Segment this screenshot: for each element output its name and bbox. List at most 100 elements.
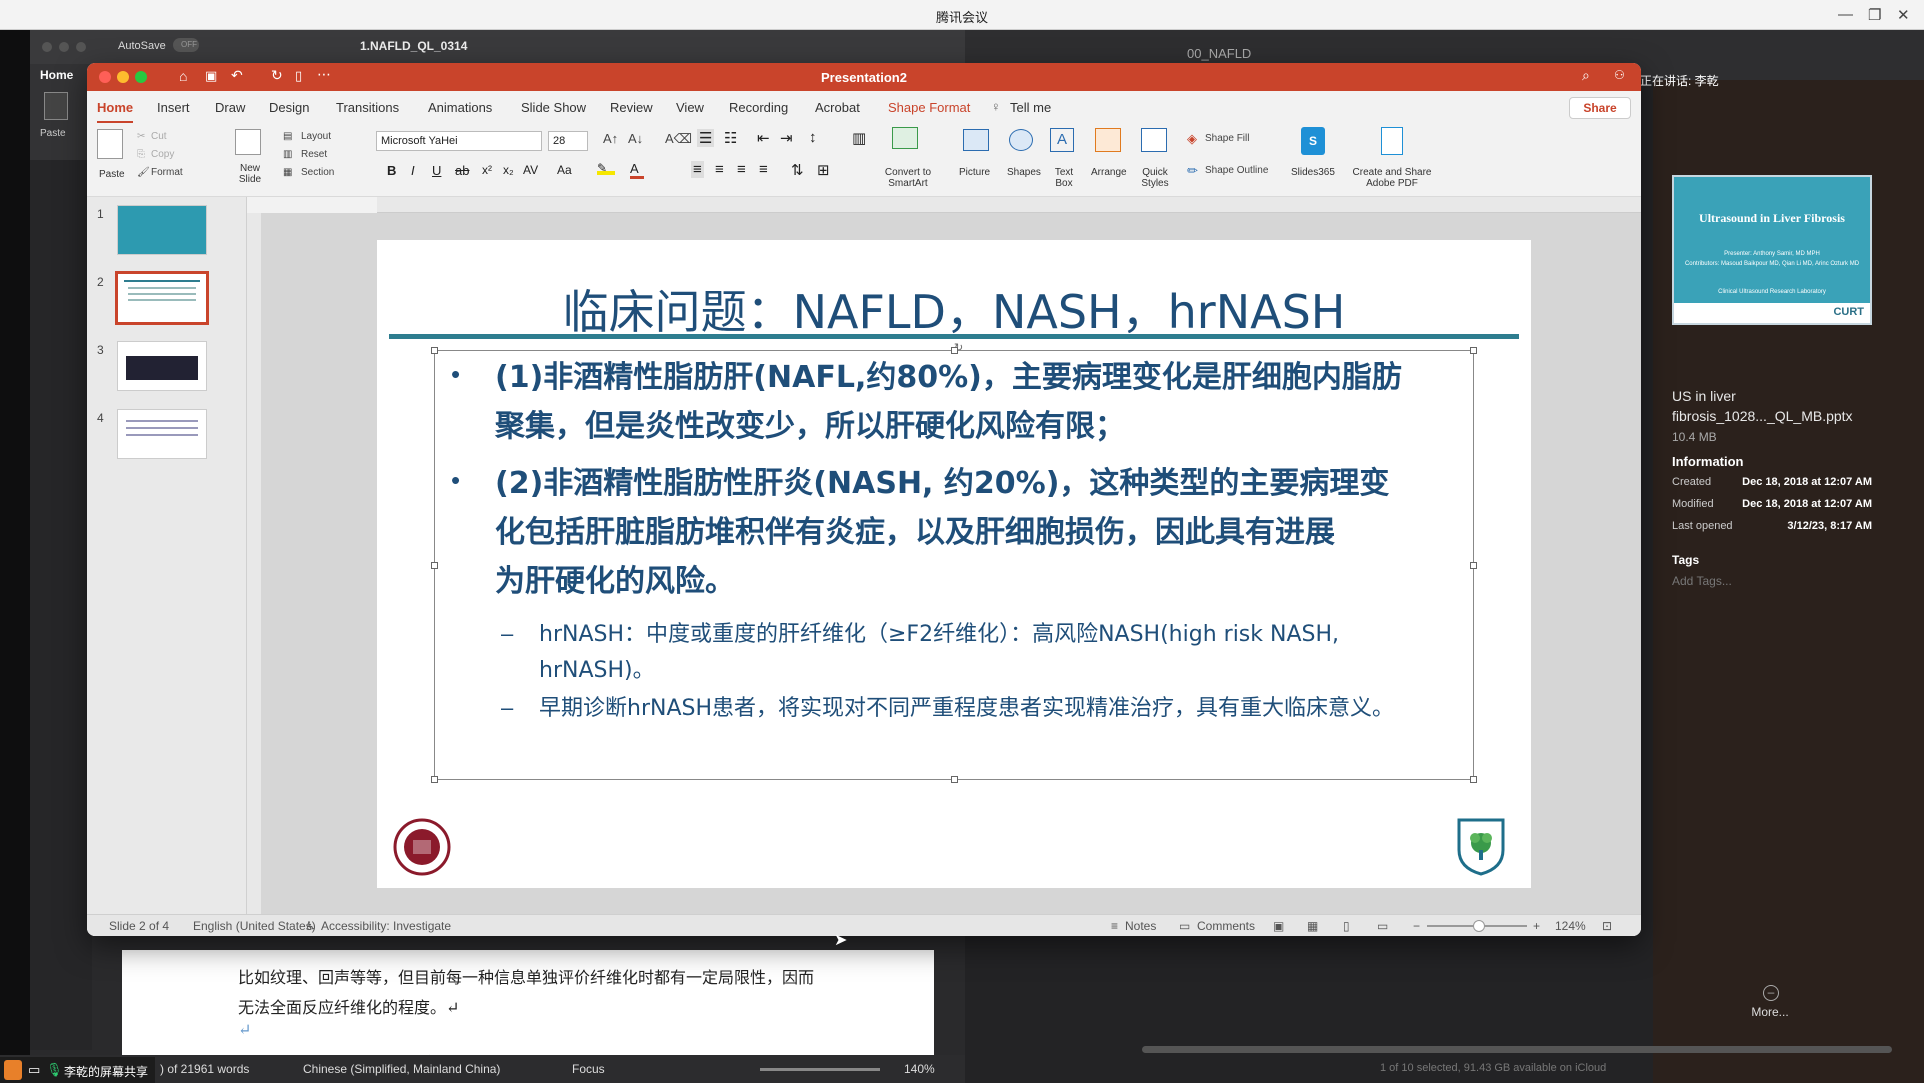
new-slide-label[interactable]: New Slide (235, 163, 265, 185)
tab-transitions[interactable]: Transitions (336, 100, 399, 115)
word-home-tab[interactable]: Home (40, 68, 73, 82)
sorter-view-icon[interactable]: ▦ (1307, 919, 1318, 933)
tab-acrobat[interactable]: Acrobat (815, 100, 860, 115)
subscript-icon[interactable]: x₂ (503, 163, 514, 177)
word-close-dot[interactable] (42, 42, 52, 52)
slides365-icon[interactable]: S (1301, 127, 1325, 155)
vertical-ruler[interactable] (247, 213, 261, 936)
word-paste-icon[interactable] (44, 92, 68, 120)
shape-outline-icon[interactable]: ✏ (1187, 163, 1198, 179)
layout-icon[interactable]: ▤ (283, 131, 292, 142)
cut-label[interactable]: Cut (151, 131, 167, 142)
increase-indent-icon[interactable]: ⇥ (780, 129, 793, 147)
quick-styles-icon[interactable] (1141, 128, 1167, 152)
accessibility-icon[interactable]: ♿ (305, 919, 316, 933)
word-zoom[interactable]: 140% (904, 1062, 935, 1076)
share-button[interactable]: Share (1569, 97, 1631, 119)
picture-label[interactable]: Picture (959, 167, 990, 178)
align-right-icon[interactable]: ≡ (737, 161, 746, 178)
decrease-indent-icon[interactable]: ⇤ (757, 129, 770, 147)
convert-smartart-label[interactable]: Convert to SmartArt (877, 167, 939, 189)
resize-handle[interactable] (431, 562, 438, 569)
justify-icon[interactable]: ≡ (759, 161, 768, 178)
slide-thumbnail-1[interactable] (117, 205, 207, 255)
bullets-icon[interactable]: ☰ (697, 129, 715, 147)
minimize-icon[interactable]: — (1838, 6, 1853, 23)
slideshow-view-icon[interactable]: ▭ (1377, 919, 1388, 933)
picture-icon[interactable] (963, 129, 989, 151)
zoom-out-icon[interactable]: − (1413, 919, 1420, 933)
highlight-icon[interactable]: ✎ (597, 161, 615, 175)
resize-handle[interactable] (431, 347, 438, 354)
tab-home[interactable]: Home (97, 100, 134, 124)
underline-icon[interactable]: U (432, 163, 441, 178)
reset-label[interactable]: Reset (301, 149, 327, 160)
reset-icon[interactable]: ▥ (283, 149, 292, 160)
font-family-select[interactable]: Microsoft YaHei (376, 131, 542, 151)
create-pdf-label[interactable]: Create and Share Adobe PDF (1349, 167, 1435, 189)
notes-button[interactable]: Notes (1125, 919, 1156, 933)
tab-slide-show[interactable]: Slide Show (521, 100, 586, 115)
format-painter-icon[interactable]: 🖌 (137, 167, 150, 178)
shape-fill-label[interactable]: Shape Fill (1205, 133, 1249, 144)
clear-format-icon[interactable]: A⌫ (665, 131, 692, 147)
tell-me[interactable]: Tell me (1010, 100, 1051, 115)
paste-icon[interactable] (97, 129, 123, 159)
word-language[interactable]: Chinese (Simplified, Mainland China) (303, 1062, 500, 1076)
close-icon[interactable]: ✕ (1897, 6, 1910, 24)
shape-fill-icon[interactable]: ◈ (1187, 131, 1197, 147)
zoom-level[interactable]: 124% (1555, 919, 1586, 933)
quick-styles-label[interactable]: Quick Styles (1137, 167, 1173, 189)
shapes-icon[interactable] (1009, 129, 1033, 151)
tab-shape-format[interactable]: Shape Format (888, 100, 970, 115)
autosave-toggle[interactable]: OFF (173, 38, 199, 52)
numbering-icon[interactable]: ☷ (724, 129, 737, 147)
word-min-dot[interactable] (59, 42, 69, 52)
normal-view-icon[interactable]: ▣ (1273, 919, 1284, 933)
comments-button[interactable]: Comments (1197, 919, 1255, 933)
strikethrough-icon[interactable]: ab (455, 163, 469, 178)
slide-thumbnail-4[interactable] (117, 409, 207, 459)
word-zoom-slider[interactable] (760, 1068, 880, 1071)
comments-icon[interactable]: ▭ (1179, 919, 1190, 933)
arrange-label[interactable]: Arrange (1091, 167, 1127, 178)
slide-thumbnail-2[interactable] (115, 271, 209, 325)
superscript-icon[interactable]: x² (482, 163, 492, 177)
proofing-language[interactable]: English (United States) (193, 919, 316, 933)
line-spacing-icon[interactable]: ↕ (809, 129, 817, 146)
more-label[interactable]: More... (1740, 1005, 1800, 1019)
screen-share-badge[interactable]: ▭ 🎙 李乾的屏幕共享 (0, 1057, 155, 1083)
search-icon[interactable]: ⌕ (1582, 67, 1590, 84)
restore-icon[interactable]: ❐ (1868, 6, 1881, 24)
cut-icon[interactable]: ✂ (137, 131, 145, 142)
font-size-select[interactable]: 28 (548, 131, 588, 151)
tab-view[interactable]: View (676, 100, 704, 115)
content-textbox[interactable]: • (1)非酒精性脂肪肝(NAFL,约80%)，主要病理变化是肝细胞内脂肪 聚集… (431, 347, 1477, 783)
grow-font-icon[interactable]: A↑ (603, 131, 618, 146)
textbox-icon[interactable]: A (1050, 128, 1074, 152)
reading-view-icon[interactable]: ▯ (1343, 919, 1350, 933)
layout-label[interactable]: Layout (301, 131, 331, 142)
slide-title[interactable]: 临床问题：NAFLD，NASH，hrNASH (377, 276, 1531, 342)
columns-icon[interactable]: ▥ (852, 129, 866, 147)
resize-handle[interactable] (1470, 776, 1477, 783)
notes-icon[interactable]: ≡ (1111, 919, 1118, 933)
shapes-label[interactable]: Shapes (1007, 167, 1041, 178)
smartart-icon[interactable] (892, 127, 918, 149)
section-icon[interactable]: ▦ (283, 167, 292, 178)
zoom-in-icon[interactable]: + (1533, 919, 1540, 933)
textbox-label[interactable]: Text Box (1049, 167, 1079, 189)
align-center-icon[interactable]: ≡ (715, 161, 724, 178)
new-slide-icon[interactable] (235, 129, 261, 155)
resize-handle[interactable] (431, 776, 438, 783)
shrink-font-icon[interactable]: A↓ (628, 131, 643, 146)
char-spacing-icon[interactable]: AV (523, 163, 538, 177)
horizontal-ruler[interactable] (377, 197, 1641, 213)
slide-thumbnail-3[interactable] (117, 341, 207, 391)
word-count[interactable]: ) of 21961 words (160, 1062, 249, 1076)
tab-recording[interactable]: Recording (729, 100, 788, 115)
word-max-dot[interactable] (76, 42, 86, 52)
copy-label[interactable]: Copy (151, 149, 174, 160)
section-label[interactable]: Section (301, 167, 334, 178)
bold-icon[interactable]: B (387, 163, 396, 178)
